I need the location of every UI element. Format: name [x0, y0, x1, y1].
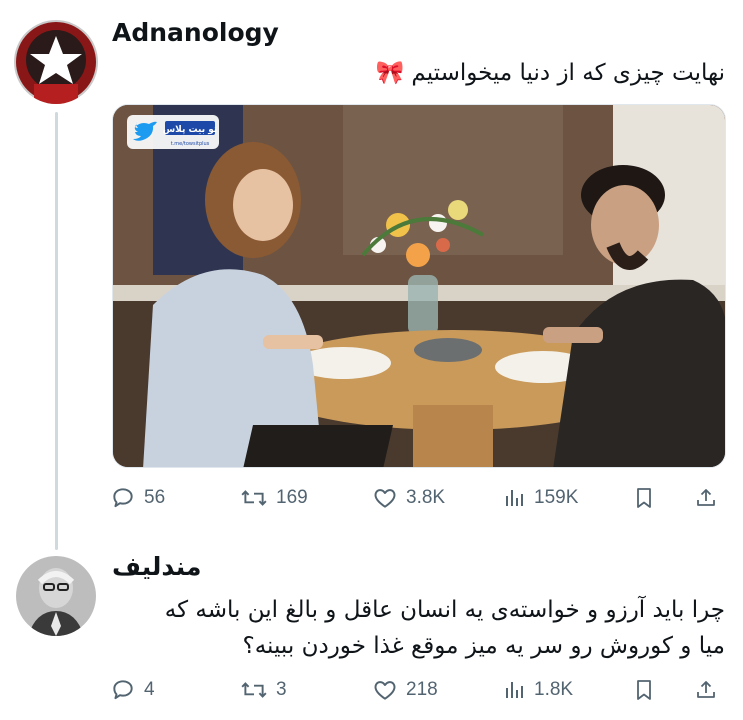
tweet-text: چرا باید آرزو و خواسته‌ی یه انسان عاقل و… — [164, 597, 725, 623]
views-count: 159K — [534, 487, 579, 508]
bookmark-icon — [637, 680, 651, 700]
heart-icon — [374, 681, 396, 700]
avatar[interactable] — [16, 556, 96, 636]
speech-bubble-icon — [113, 488, 133, 508]
like-button[interactable]: 3.8K — [372, 480, 445, 516]
tweet-text: نهایت چیزی که از دنیا میخواستیم 🎀 — [375, 60, 725, 86]
retweet-button[interactable]: 3 — [240, 672, 287, 708]
heart-icon — [374, 489, 396, 508]
retweet-count: 169 — [276, 487, 308, 508]
like-count: 218 — [406, 679, 438, 700]
bookmark-button[interactable] — [632, 672, 656, 708]
bookmark-button[interactable] — [632, 480, 656, 516]
avatar[interactable] — [14, 20, 98, 104]
watermark-subtext: t.me/towsitplus — [171, 141, 210, 147]
username[interactable]: مندلیف — [112, 552, 202, 581]
views-count: 1.8K — [534, 679, 574, 700]
reply-count: 56 — [144, 487, 166, 508]
reply-button[interactable]: 4 — [110, 672, 155, 708]
reply-count: 4 — [144, 679, 155, 700]
like-count: 3.8K — [406, 487, 446, 508]
tweet-text: میا و کوروش رو سر یه میز موقع غذا خوردن … — [242, 633, 726, 659]
share-upload-icon — [697, 681, 715, 698]
watermark-text: تو بیت پلاس — [163, 125, 218, 135]
username[interactable]: Adnanology — [112, 18, 279, 47]
share-upload-icon — [697, 489, 715, 506]
views-button[interactable]: 159K — [502, 480, 578, 516]
tweet-action-bar: 56 169 3.8K 159K — [110, 480, 730, 516]
reply-button[interactable]: 56 — [110, 480, 165, 516]
like-button[interactable]: 218 — [372, 672, 438, 708]
retweet-count: 3 — [276, 679, 287, 700]
bookmark-icon — [637, 488, 651, 508]
bar-chart-icon — [506, 490, 523, 506]
share-button[interactable] — [694, 672, 718, 708]
share-button[interactable] — [694, 480, 718, 516]
views-button[interactable]: 1.8K — [502, 672, 573, 708]
tweet-action-bar: 4 3 218 1.8K — [110, 672, 730, 708]
bar-chart-icon — [506, 682, 523, 698]
retweet-arrows-icon — [241, 490, 267, 506]
thread-connector-line — [55, 112, 58, 550]
retweet-arrows-icon — [241, 682, 267, 698]
tweet-media-photo[interactable]: تو بیت پلاس t.me/towsitplus — [112, 104, 726, 468]
speech-bubble-icon — [113, 680, 133, 700]
retweet-button[interactable]: 169 — [240, 480, 308, 516]
